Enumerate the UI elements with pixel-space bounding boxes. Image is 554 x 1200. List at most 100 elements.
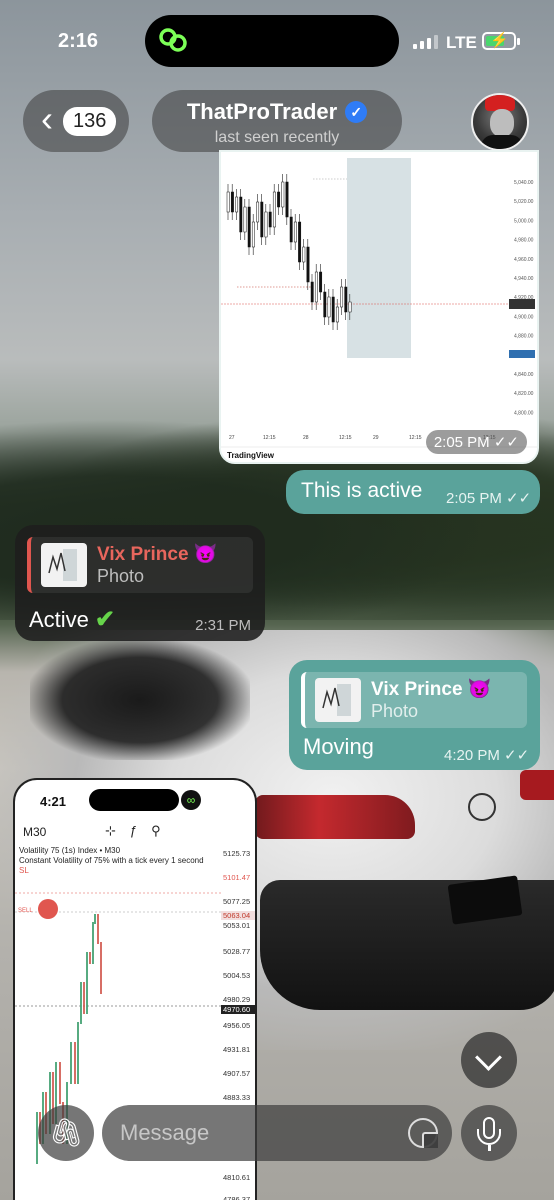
candle-body — [251, 221, 255, 248]
reply-quote[interactable]: Vix Prince 😈 Photo — [301, 672, 527, 728]
candle-body — [344, 286, 348, 313]
highlight-zone — [347, 158, 411, 358]
background-car-logo — [468, 793, 496, 821]
y-tick-label: 4,840.00 — [514, 372, 534, 378]
sticker-button[interactable] — [408, 1118, 438, 1148]
candle-body — [327, 296, 331, 318]
price-tick-label: 5063.04 — [223, 911, 250, 920]
y-tick-label: 5,020.00 — [514, 199, 534, 205]
message-text: Moving — [303, 734, 374, 759]
quote-sender-name: Vix Prince 😈 — [97, 544, 218, 565]
candle-body — [260, 201, 264, 238]
candle-body — [264, 211, 268, 238]
background-car-window — [30, 640, 250, 760]
reply-quote[interactable]: Vix Prince 😈 Photo — [27, 537, 253, 593]
paperclip-icon: 🖇 — [48, 1117, 84, 1148]
candle — [94, 914, 96, 924]
candle-body — [302, 246, 306, 263]
candle — [74, 1042, 76, 1084]
contact-status: last seen recently — [214, 129, 340, 146]
y-tick-label: 4,940.00 — [514, 276, 534, 282]
candle-body — [285, 181, 289, 218]
candle — [92, 922, 94, 964]
price-tick-label: 4956.05 — [223, 1021, 250, 1030]
battery-icon: ⚡ — [482, 32, 520, 50]
candle-body — [268, 211, 272, 228]
price-tick-label: 5053.01 — [223, 921, 250, 930]
chat-title[interactable]: ThatProTrader ✓ last seen recently — [152, 90, 402, 152]
chevron-left-icon: ‹ — [41, 98, 53, 139]
price-tick-label: 5004.53 — [223, 971, 250, 980]
price-tick-label: 5125.73 — [223, 849, 250, 858]
tradingview-logo: TradingView — [227, 451, 275, 460]
chart-image-message[interactable]: 5,040.00 5,020.00 5,000.00 4,980.00 4,960.00… — [219, 150, 539, 464]
candle-body — [314, 271, 318, 303]
background-taillight-right — [520, 770, 554, 800]
candle-body — [272, 191, 276, 228]
price-tag — [509, 299, 535, 309]
scroll-down-button[interactable] — [461, 1032, 517, 1088]
avatar[interactable] — [471, 93, 529, 151]
price-tick-label: 4980.29 — [223, 995, 250, 1004]
attach-button[interactable]: 🖇 — [38, 1105, 94, 1161]
network-type: LTE — [446, 33, 477, 52]
candle-body — [256, 201, 260, 223]
back-button[interactable]: ‹ 136 — [23, 90, 129, 152]
candle — [86, 952, 88, 1014]
quote-sender-name: Vix Prince 😈 — [371, 679, 492, 700]
phone-dynamic-island — [89, 789, 179, 811]
candle — [89, 952, 91, 964]
price-tick-label: 4810.61 — [223, 1173, 250, 1182]
candle-body — [230, 191, 234, 213]
candle — [83, 982, 85, 1014]
candle-body — [293, 221, 297, 243]
x-tick-label: 27 — [229, 435, 235, 441]
price-tick-label: 5028.77 — [223, 947, 250, 956]
quote-thumbnail — [315, 678, 361, 722]
message-time: 2:05 PM ✓✓ — [446, 490, 532, 507]
candle-body — [331, 296, 335, 323]
candle-body — [281, 181, 285, 208]
y-tick-label: 4,960.00 — [514, 257, 534, 263]
phone-time: 4:21 — [40, 794, 67, 809]
mic-button[interactable] — [461, 1105, 517, 1161]
status-time: 2:16 — [58, 30, 99, 52]
price-tick-label: 5077.25 — [223, 897, 250, 906]
candle-body — [247, 206, 251, 248]
quote-type: Photo — [97, 566, 145, 586]
outgoing-message[interactable]: This is active 2:05 PM ✓✓ — [286, 470, 540, 514]
candle-body — [323, 291, 327, 318]
price-tick-label: 4786.37 — [223, 1195, 250, 1200]
tradingview-chart: 5,040.00 5,020.00 5,000.00 4,980.00 4,960.00… — [221, 152, 537, 462]
candle — [97, 914, 99, 944]
candle — [100, 942, 102, 994]
signal-icon — [413, 34, 438, 49]
candle — [80, 982, 82, 1024]
candle — [59, 1062, 61, 1104]
price-tick-label: 4883.33 — [223, 1093, 250, 1102]
contact-name: ThatProTrader — [186, 99, 338, 124]
quote-type: Photo — [371, 701, 419, 721]
message-text: Active ✔ — [29, 606, 116, 633]
candle-body — [239, 196, 243, 233]
message-text: This is active — [301, 479, 423, 502]
y-tick-label: 4,880.00 — [514, 334, 534, 340]
message-time: 2:05 PM ✓✓ — [425, 430, 527, 454]
message-time: 2:31 PM — [195, 617, 251, 634]
price-tick-label: 5101.47 — [223, 873, 250, 882]
message-time: 4:20 PM ✓✓ — [444, 747, 530, 764]
verified-icon: ✓ — [345, 101, 368, 123]
candle-body — [335, 306, 339, 323]
instrument-description: Constant Volatility of 75% with a tick e… — [19, 856, 204, 865]
outgoing-reply-message[interactable]: Vix Prince 😈 Photo Moving 4:20 PM ✓✓ — [289, 660, 540, 770]
candle-body — [277, 191, 281, 208]
link-app-icon — [158, 25, 194, 57]
message-input[interactable] — [102, 1105, 452, 1161]
price-tag-blue — [509, 350, 535, 358]
instrument-name: Volatility 75 (1s) Index • M30 — [19, 846, 121, 855]
candle-body — [348, 301, 352, 313]
incoming-message[interactable]: Vix Prince 😈 Photo Active ✔ 2:31 PM — [15, 525, 265, 641]
price-tick-label: 4907.57 — [223, 1069, 250, 1078]
x-tick-label: 12:15 — [339, 435, 352, 441]
sell-label: SELL — [18, 908, 33, 914]
